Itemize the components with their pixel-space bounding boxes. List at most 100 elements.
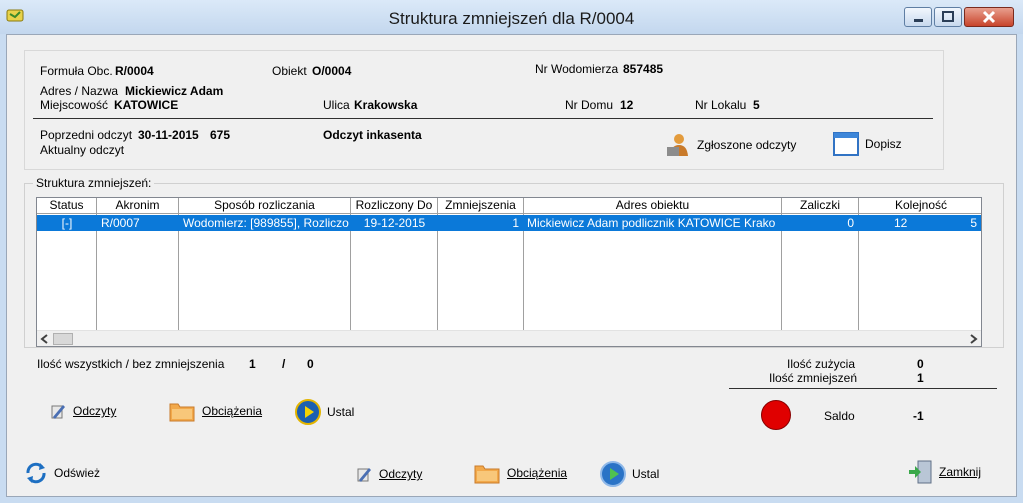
table-header-adres[interactable]: Adres obiektu xyxy=(524,198,782,214)
minimize-button[interactable] xyxy=(904,7,932,27)
users-icon xyxy=(667,134,688,156)
wodomierz-value: 857485 xyxy=(623,62,664,76)
zgloszone-odczyty-label: Zgłoszone odczyty xyxy=(697,138,797,152)
summary-divider xyxy=(729,388,997,389)
dopisz-button[interactable]: Dopisz xyxy=(833,132,902,156)
domu-label: Nr Domu xyxy=(565,98,614,112)
struktura-group-title: Struktura zmniejszeń: xyxy=(33,176,155,190)
minimize-icon xyxy=(914,19,923,22)
odswiez-button[interactable]: Odśwież xyxy=(24,461,100,485)
play-icon xyxy=(295,399,321,425)
saldo-status-indicator xyxy=(761,400,791,430)
window-title: Struktura zmniejszeń dla R/0004 xyxy=(388,9,635,28)
adres-value: Mickiewicz Adam xyxy=(125,84,224,98)
scroll-thumb[interactable] xyxy=(53,333,73,345)
domu-value: 12 xyxy=(620,98,634,112)
formula-label: Formuła Obc. xyxy=(40,64,113,78)
exit-door-icon xyxy=(909,460,932,484)
info-divider xyxy=(33,118,933,119)
folder-icon xyxy=(169,403,195,422)
zgloszone-odczyty-button[interactable]: Zgłoszone odczyty xyxy=(665,132,796,158)
maximize-button[interactable] xyxy=(934,7,962,27)
inner-obciazenia-label: Obciążenia xyxy=(202,404,263,418)
ustal-label: Ustal xyxy=(632,467,660,481)
odswiez-label: Odśwież xyxy=(54,466,101,480)
table-header-zmniejszenia[interactable]: Zmniejszenia xyxy=(438,198,524,214)
cell-rozliczony: 19-12-2015 xyxy=(363,216,426,230)
table-header-zaliczki[interactable]: Zaliczki xyxy=(782,198,859,214)
miejscowosc-value: KATOWICE xyxy=(114,98,179,112)
col-divider xyxy=(178,214,179,330)
obiekt-label: Obiekt xyxy=(272,64,307,78)
saldo-label: Saldo xyxy=(824,409,855,423)
obciazenia-label: Obciążenia xyxy=(507,466,568,480)
odczyty-label: Odczyty xyxy=(379,467,423,481)
cell-sposob: Wodomierz: [989855], Rozliczo xyxy=(183,216,349,230)
obiekt-value: O/0004 xyxy=(312,64,352,78)
window-icon xyxy=(833,132,859,156)
inner-ustal-button[interactable]: Ustal xyxy=(295,399,354,425)
miejscowosc-label: Miejscowość xyxy=(40,98,109,112)
ulica-value: Krakowska xyxy=(354,98,418,112)
zmniejszen-value: 1 xyxy=(917,371,924,385)
table-row[interactable]: [-] R/0007 Wodomierz: [989855], Rozliczo… xyxy=(37,215,981,231)
pencil-icon xyxy=(357,468,371,482)
odczyty-button[interactable]: Odczyty xyxy=(355,465,422,483)
wodomierz-label: Nr Wodomierza xyxy=(535,62,619,76)
cell-akronim: R/0007 xyxy=(101,216,140,230)
cell-zmniejszenia: 1 xyxy=(512,216,519,230)
saldo-value: -1 xyxy=(913,409,924,423)
aktualny-label: Aktualny odczyt xyxy=(40,143,125,157)
lokalu-label: Nr Lokalu xyxy=(695,98,747,112)
ilosc-label: Ilość wszystkich / bez zmniejszenia xyxy=(37,357,225,371)
table-header-status[interactable]: Status xyxy=(37,198,97,214)
table-header-rozliczony[interactable]: Rozliczony Do xyxy=(351,198,438,214)
ustal-button[interactable]: Ustal xyxy=(600,461,659,487)
pencil-icon xyxy=(51,405,65,419)
inner-ustal-label: Ustal xyxy=(327,405,355,419)
zamknij-button[interactable]: Zamknij xyxy=(907,459,981,485)
ilosc-sep: / xyxy=(282,357,286,371)
cell-extra: 5 xyxy=(970,216,977,230)
zuzycia-value: 0 xyxy=(917,357,924,371)
formula-value: R/0004 xyxy=(115,64,154,78)
ilosc-bez: 0 xyxy=(307,357,314,371)
table-header-sposob[interactable]: Sposób rozliczania xyxy=(179,198,351,214)
title-bar: Struktura zmniejszeń dla R/0004 xyxy=(0,0,1023,34)
struktura-table: Status Akronim Sposób rozliczania Rozlic… xyxy=(36,197,982,347)
inner-odczyty-label: Odczyty xyxy=(73,404,117,418)
adres-label: Adres / Nazwa xyxy=(40,84,119,98)
lokalu-value: 5 xyxy=(753,98,760,112)
folder-icon xyxy=(474,465,500,484)
inner-obciazenia-button[interactable]: Obciążenia xyxy=(168,399,262,423)
col-divider xyxy=(96,214,97,330)
ilosc-all: 1 xyxy=(249,357,256,371)
poprzedni-value: 675 xyxy=(210,128,231,142)
maximize-icon xyxy=(942,11,954,22)
col-divider xyxy=(523,214,524,330)
zmniejszen-label: Ilość zmniejszeń xyxy=(769,371,858,385)
play-icon xyxy=(600,461,626,487)
cell-kolejnosc: 12 xyxy=(894,216,908,230)
zuzycia-label: Ilość zużycia xyxy=(787,357,856,371)
table-header-akronim[interactable]: Akronim xyxy=(97,198,179,214)
inkasenta-label: Odczyt inkasenta xyxy=(323,128,422,142)
col-divider xyxy=(781,214,782,330)
close-icon xyxy=(982,10,996,24)
cell-zaliczki: 0 xyxy=(847,216,854,230)
col-divider xyxy=(350,214,351,330)
col-divider xyxy=(437,214,438,330)
scroll-right-icon[interactable] xyxy=(967,333,979,345)
refresh-icon xyxy=(26,462,46,484)
cell-status: [-] xyxy=(61,216,73,230)
inner-odczyty-button[interactable]: Odczyty xyxy=(49,402,116,420)
close-button[interactable] xyxy=(964,7,1014,27)
scroll-left-icon[interactable] xyxy=(39,333,51,345)
col-divider xyxy=(858,214,859,330)
poprzedni-date: 30-11-2015 xyxy=(138,128,199,142)
obciazenia-button[interactable]: Obciążenia xyxy=(473,461,567,485)
horizontal-scrollbar[interactable] xyxy=(37,330,981,346)
ulica-label: Ulica xyxy=(323,98,350,112)
table-header-kolejnosc[interactable]: Kolejność xyxy=(859,198,981,214)
dopisz-label: Dopisz xyxy=(865,137,902,151)
